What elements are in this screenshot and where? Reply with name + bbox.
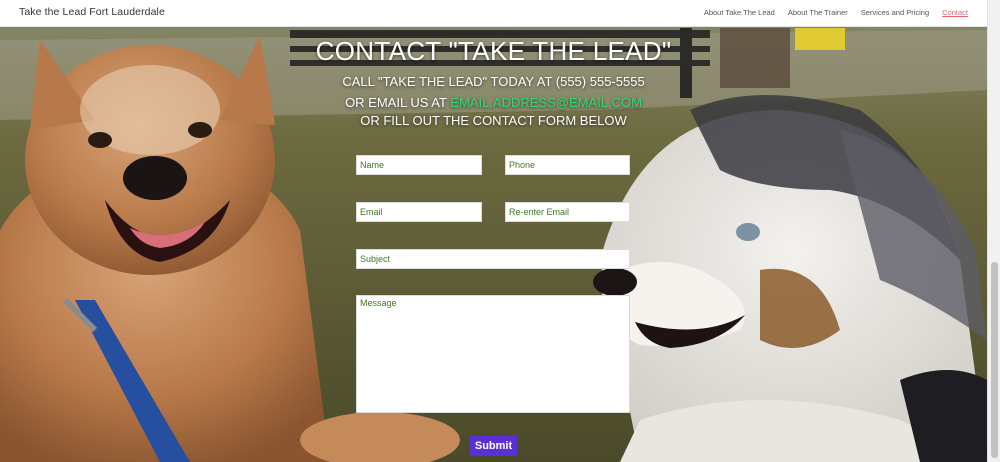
email-link[interactable]: EMAIL.ADDRESS@EMAIL.COM — [450, 95, 642, 110]
email-line: OR EMAIL US AT EMAIL.ADDRESS@EMAIL.COM — [0, 95, 987, 110]
nav-about-take-the-lead[interactable]: About Take The Lead — [704, 8, 775, 17]
subject-field[interactable] — [356, 249, 630, 269]
brand-link[interactable]: Take the Lead Fort Lauderdale — [19, 6, 165, 18]
page-scrollbar[interactable] — [987, 0, 1000, 462]
nav-links: About Take The Lead About The Trainer Se… — [704, 8, 968, 17]
page-title: CONTACT "TAKE THE LEAD" — [315, 36, 672, 66]
form-line: OR FILL OUT THE CONTACT FORM BELOW — [360, 113, 627, 128]
phone-field[interactable] — [505, 155, 630, 175]
submit-button[interactable]: Submit — [470, 436, 517, 456]
email-field[interactable] — [356, 202, 482, 222]
nav-contact[interactable]: Contact — [942, 8, 968, 17]
scrollbar-thumb[interactable] — [991, 262, 998, 458]
contact-section: CONTACT "TAKE THE LEAD" CALL "TAKE THE L… — [0, 0, 987, 462]
message-field[interactable] — [356, 295, 630, 413]
reenter-email-field[interactable] — [505, 202, 630, 222]
top-navbar: Take the Lead Fort Lauderdale About Take… — [0, 0, 987, 27]
email-prefix: OR EMAIL US AT — [345, 95, 451, 110]
name-field[interactable] — [356, 155, 482, 175]
nav-services-and-pricing[interactable]: Services and Pricing — [861, 8, 929, 17]
call-line: CALL "TAKE THE LEAD" TODAY AT (555) 555-… — [342, 74, 645, 89]
nav-about-the-trainer[interactable]: About The Trainer — [788, 8, 848, 17]
